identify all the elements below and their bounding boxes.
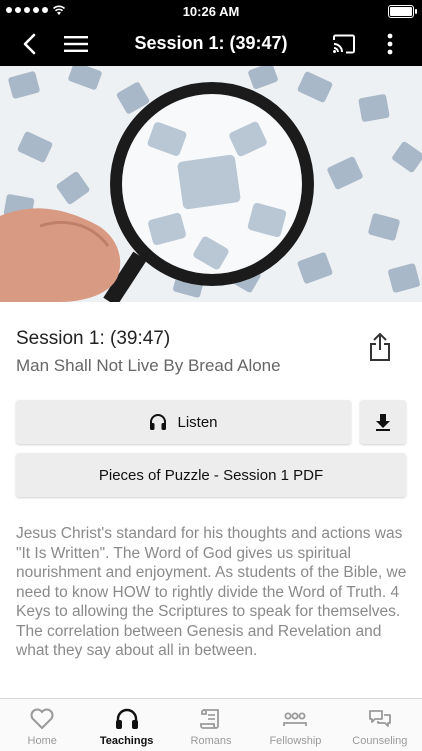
cast-button[interactable] — [328, 28, 360, 60]
share-button[interactable] — [368, 332, 392, 362]
download-button[interactable] — [360, 400, 406, 444]
listen-button[interactable]: Listen — [16, 400, 351, 444]
listen-label: Listen — [177, 413, 218, 431]
magnifier-puzzle-illustration — [0, 66, 422, 302]
tab-home-label: Home — [27, 735, 57, 747]
heart-icon — [30, 708, 54, 729]
session-info: Session 1: (39:47) Man Shall Not Live By… — [16, 328, 336, 376]
cast-icon — [333, 34, 355, 54]
tab-fellowship[interactable]: Fellowship — [253, 699, 337, 751]
tab-teachings[interactable]: Teachings — [84, 699, 168, 751]
headphones-icon — [115, 708, 138, 729]
people-icon — [283, 712, 308, 726]
battery-icon — [388, 5, 417, 18]
app-bar: Session 1: (39:47) — [0, 22, 422, 66]
share-icon — [370, 333, 390, 361]
bottom-tab-bar: Home Teachings Romans Fellowship Counsel… — [0, 698, 422, 751]
more-vertical-icon — [387, 33, 393, 55]
more-options-button[interactable] — [374, 28, 406, 60]
scroll-icon — [200, 709, 219, 729]
pdf-button[interactable]: Pieces of Puzzle - Session 1 PDF — [16, 453, 406, 497]
tab-romans-label: Romans — [190, 735, 232, 747]
status-bar: 10:26 AM — [0, 0, 422, 22]
status-time: 10:26 AM — [182, 4, 240, 19]
tab-fellowship-label: Fellowship — [269, 735, 322, 747]
download-icon — [376, 414, 390, 431]
session-description: Jesus Christ's standard for his thoughts… — [16, 525, 407, 659]
tab-romans[interactable]: Romans — [169, 699, 253, 751]
tab-counseling[interactable]: Counseling — [338, 699, 422, 751]
tab-counseling-label: Counseling — [352, 735, 408, 747]
headphones-icon — [150, 414, 167, 430]
pdf-label: Pieces of Puzzle - Session 1 PDF — [98, 466, 324, 484]
tab-home[interactable]: Home — [0, 699, 84, 751]
session-cover-image — [0, 66, 422, 302]
session-subtitle: Man Shall Not Live By Bread Alone — [16, 356, 281, 375]
session-title: Session 1: (39:47) — [16, 328, 171, 349]
tab-teachings-label: Teachings — [99, 735, 154, 747]
chat-icon — [368, 710, 391, 727]
